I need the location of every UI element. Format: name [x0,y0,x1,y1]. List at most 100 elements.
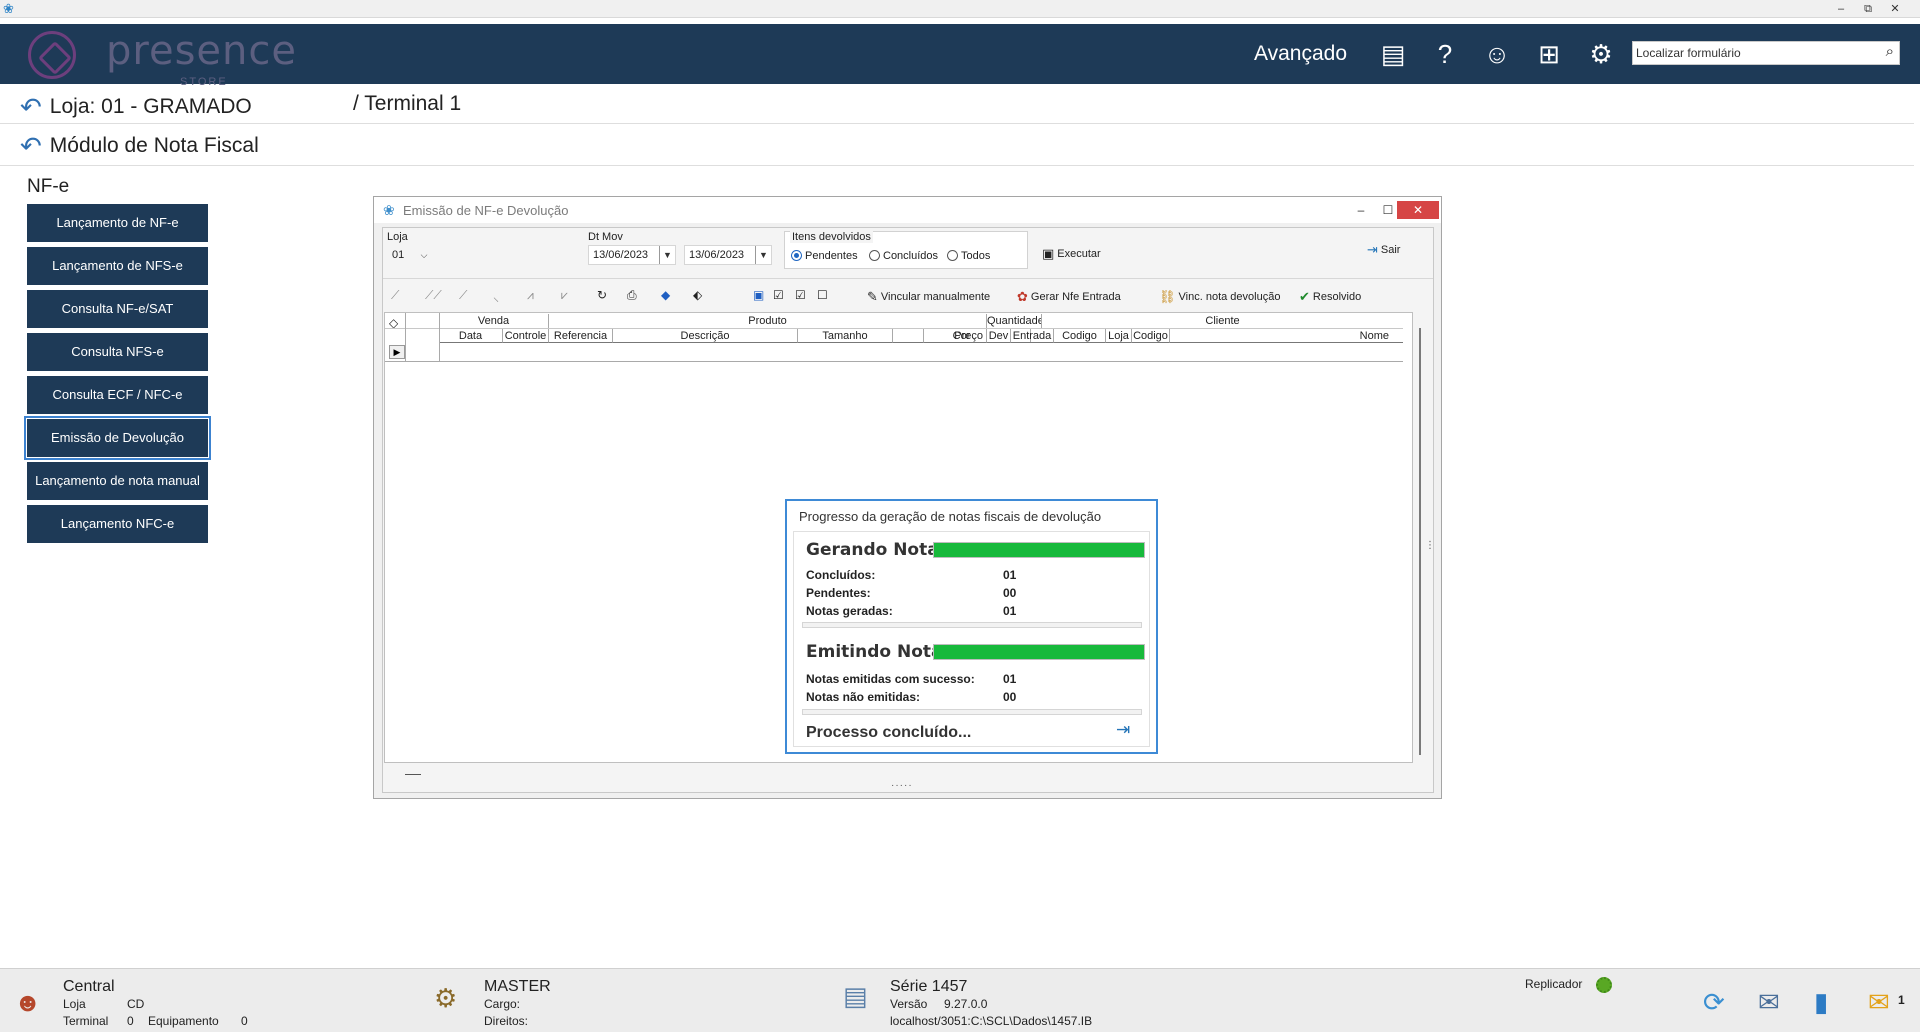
sync-icon[interactable]: ⟳ [1703,987,1725,1018]
radio-pendentes[interactable]: Pendentes [791,250,858,262]
check-icon: ✔ [1299,289,1310,304]
nav-insert-icon[interactable]: ⩘ [527,288,534,303]
side-splitter-handle[interactable]: ⋮ [1425,540,1435,551]
settings-icon[interactable]: ⚙ [1584,37,1618,71]
sair-button[interactable]: ⇥ Sair [1367,242,1400,258]
toolbar-divider [383,278,1433,279]
select-all-icon[interactable]: ▣ [753,288,764,302]
menu-consulta-ecf-nfce[interactable]: Consulta ECF / NFC-e [27,376,208,414]
col-controle[interactable]: Controle [503,329,549,343]
help-icon[interactable]: ? [1428,37,1462,71]
date-to-picker[interactable]: 13/06/2023 ▼ [684,245,772,265]
app-logo-icon: ❀ [3,1,14,16]
menu-consulta-nfse[interactable]: Consulta NFS-e [27,333,208,371]
os-minimize-button[interactable]: – [1828,0,1854,18]
versao-value: 9.27.0.0 [944,997,988,1011]
back-arrow-icon[interactable]: ↶ [20,92,42,123]
vincular-label: Vincular manualmente [880,291,991,303]
executar-label: Executar [1057,248,1101,260]
os-restore-button[interactable]: ⧉ [1855,0,1881,18]
uncheck-icon[interactable]: ☐ [817,288,828,302]
loja-label: Loja [387,231,408,243]
search-box[interactable]: ⌕ [1632,41,1900,65]
radio-concluidos[interactable]: Concluídos [869,250,938,262]
col-data[interactable]: Data [439,329,503,343]
col-codigo-cliente[interactable]: Codigo [1054,329,1106,343]
check-one-icon[interactable]: ☑ [795,288,806,302]
vinc-nota-label: Vinc. nota devolução [1178,291,1281,303]
window-close-button[interactable]: ✕ [1397,201,1439,219]
menu-lancamento-nota-manual[interactable]: Lançamento de nota manual [27,462,208,500]
menu-consulta-nfe-sat[interactable]: Consulta NF-e/SAT [27,290,208,328]
clear-tag-icon[interactable]: ⬖ [693,288,702,302]
radio-todos[interactable]: Todos [947,250,990,262]
network-icon[interactable]: ⊞ [1532,37,1566,71]
print-icon[interactable]: ⎙ [627,288,637,303]
nav-next-icon[interactable]: ⟋ [459,288,467,303]
col-descricao[interactable]: Descrição [613,329,798,343]
col-referencia[interactable]: Referencia [549,329,613,343]
window-title: Emissão de NF-e Devolução [403,203,569,218]
window-minimize-button[interactable]: – [1347,201,1375,219]
os-close-button[interactable]: ✕ [1882,0,1908,18]
direitos-label: Direitos: [484,1014,529,1028]
nav-last-icon[interactable]: ⸜ [493,288,499,305]
splitter-handle[interactable] [405,774,421,775]
executar-button[interactable]: ▣ Executar [1042,246,1101,262]
resolvido-label: Resolvido [1312,291,1362,303]
col-entrada[interactable]: Entrada [1011,329,1054,343]
group-quantidade: Quantidade [987,314,1042,328]
users-icon[interactable]: ☺ [1480,37,1514,71]
chevron-down-icon[interactable]: ⌵ [416,246,432,264]
mail-icon[interactable]: ✉ [1758,987,1780,1018]
date-from-picker[interactable]: 13/06/2023 ▼ [588,245,676,265]
date-to-value: 13/06/2023 [689,249,745,261]
dropdown-arrow-icon[interactable]: ▼ [659,246,675,264]
emitidas-sucesso-value: 01 [1003,672,1017,686]
gerar-nfe-entrada-button[interactable]: ✿ Gerar Nfe Entrada [1017,289,1121,305]
radio-dot-checked [791,250,802,261]
loja-select[interactable]: 01 ⌵ [387,245,433,265]
radio-dot [947,250,958,261]
menu-lancamento-nfse[interactable]: Lançamento de NFS-e [27,247,208,285]
tag-icon[interactable]: ◆ [661,288,670,302]
search-input[interactable] [1636,44,1866,62]
current-row-indicator[interactable]: ▶ [389,345,405,359]
nav-delete-icon[interactable]: ⩗ [561,288,568,303]
vincular-manualmente-button[interactable]: ✎ Vincular manualmente [867,289,990,305]
resize-grip[interactable]: ····· [891,780,913,791]
vinc-nota-devolucao-button[interactable]: ⛓ Vinc. nota devolução [1159,289,1280,305]
col-tamanho[interactable]: Tamanho [798,329,893,343]
dropdown-arrow-icon[interactable]: ▼ [755,246,771,264]
news-icon[interactable]: ▤ [1376,37,1410,71]
col-codigo[interactable]: Codigo [1132,329,1170,343]
col-nome[interactable]: Nome [1170,329,1403,343]
exit-icon[interactable]: ⇥ [1116,720,1130,740]
mode-label[interactable]: Avançado [1254,42,1347,66]
notification-icon[interactable]: ✉ [1868,987,1890,1018]
refresh-icon[interactable]: ↻ [597,288,607,302]
menu-lancamento-nfe[interactable]: Lançamento de NF-e [27,204,208,242]
check-some-icon[interactable]: ☑ [773,288,784,302]
resolvido-button[interactable]: ✔ Resolvido [1299,289,1361,305]
menu-lancamento-nfce[interactable]: Lançamento NFC-e [27,505,208,543]
progress-title: Progresso da geração de notas fiscais de… [799,509,1102,524]
devolucao-window: ❀ Emissão de NF-e Devolução – ☐ ✕ Loja 0… [373,196,1442,799]
nav-prior-icon[interactable]: ⟋⟋ [425,288,442,303]
col-preco[interactable]: Preço [923,329,987,343]
versao-label: Versão [890,997,928,1011]
pendentes-label: Pendentes: [806,586,871,600]
back-arrow-icon[interactable]: ↶ [20,131,42,162]
col-dev[interactable]: Dev [987,329,1011,343]
nao-emitidas-value: 00 [1003,690,1017,704]
terminal-status-label: Terminal [63,1014,109,1028]
link-note-icon: ⛓ [1159,289,1176,304]
nav-first-icon[interactable]: ⟋ [391,288,399,303]
search-icon[interactable]: ⌕ [1886,43,1894,60]
items-grid[interactable]: ◇ Venda Produto Quantidade Cliente Data … [384,312,1413,763]
col-loja[interactable]: Loja [1106,329,1132,343]
brand-sub: STORE [180,76,228,88]
vertical-scrollbar[interactable] [1419,328,1421,755]
menu-emissao-devolucao[interactable]: Emissão de Devolução [24,416,211,460]
chart-icon[interactable]: ▮ [1814,987,1828,1018]
